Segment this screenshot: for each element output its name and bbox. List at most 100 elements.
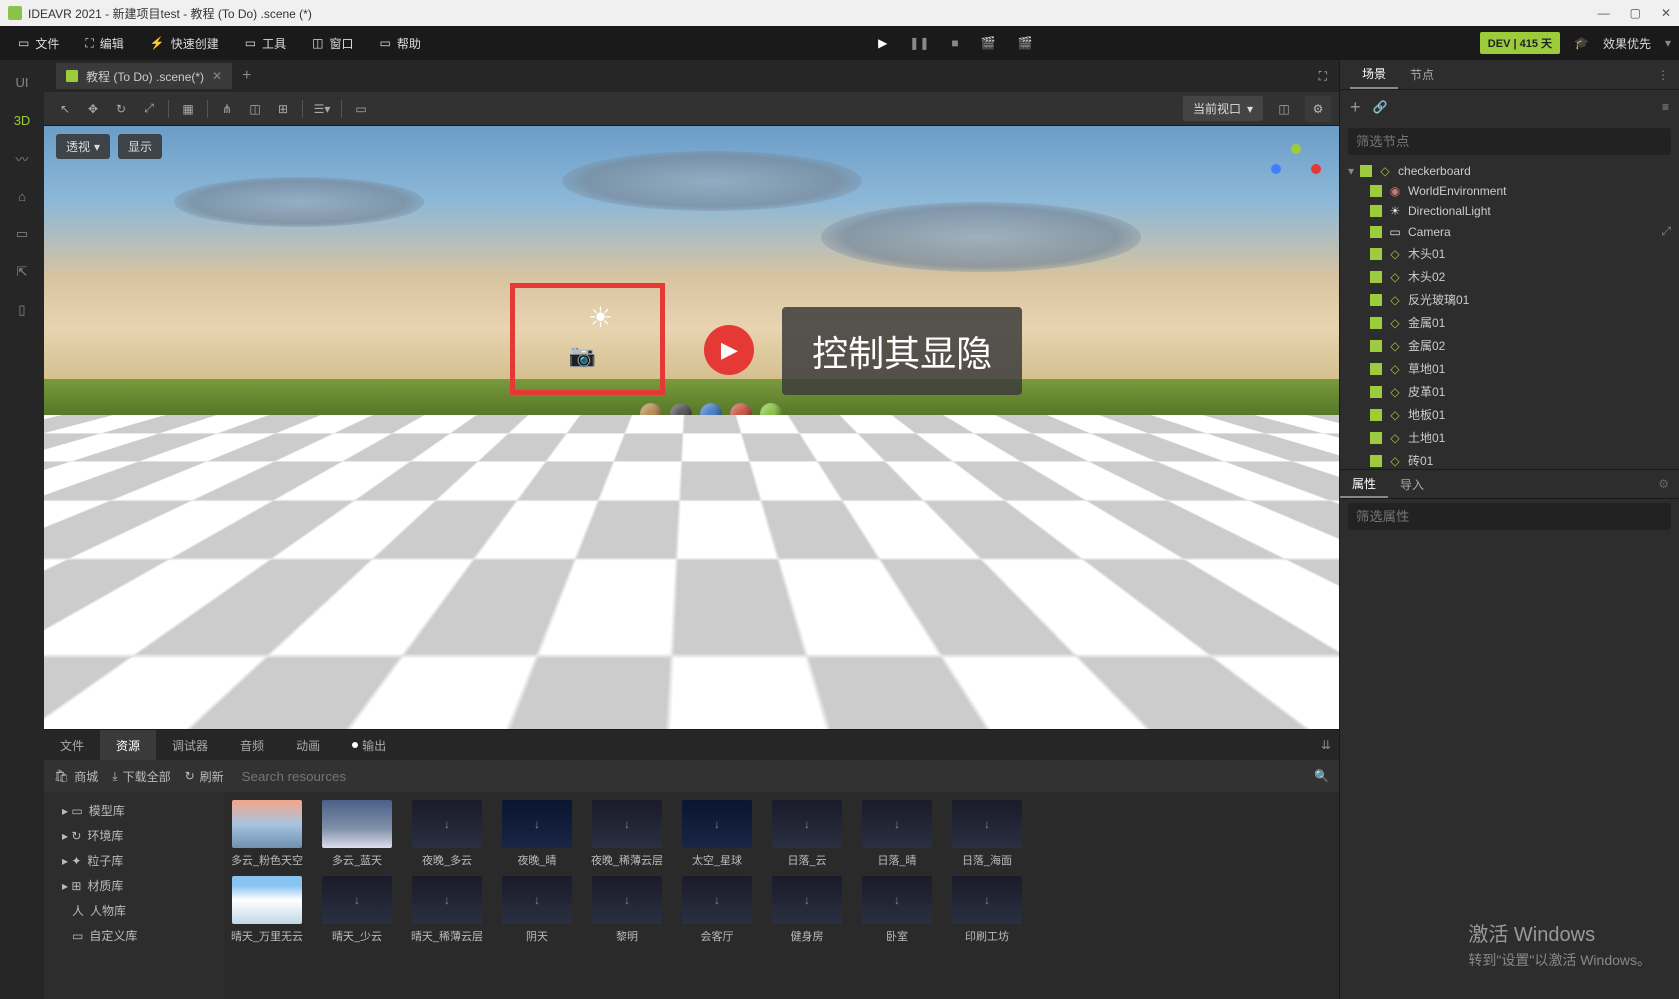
bottom-tab-output[interactable]: 输出 <box>336 730 402 760</box>
tree-material-lib[interactable]: ▸ ⊞ 材质库 <box>44 873 224 898</box>
resource-item[interactable]: 多云_粉色天空 <box>228 800 306 868</box>
scene-node[interactable]: ◇土地01 <box>1340 426 1679 449</box>
align-tool[interactable]: ☰▾ <box>309 96 335 122</box>
scene-node[interactable]: ◇草地01 <box>1340 357 1679 380</box>
panel-menu-button[interactable]: ⋮ <box>1657 68 1669 82</box>
search-icon[interactable]: 🔍 <box>1314 769 1329 783</box>
store-button[interactable]: 🛍商城 <box>54 768 98 785</box>
maximize-button[interactable]: ▢ <box>1630 6 1641 20</box>
menu-window[interactable]: ◫窗口 <box>302 26 363 60</box>
close-tab-button[interactable]: ✕ <box>212 69 222 83</box>
menu-file[interactable]: ▭文件 <box>8 26 69 60</box>
movie-button[interactable]: 🎬 <box>981 36 996 50</box>
resource-item[interactable]: ↓晴天_稀薄云层 <box>408 876 486 944</box>
scale-tool[interactable]: ⤢ <box>136 96 162 122</box>
link-node-button[interactable]: 🔗 <box>1373 100 1388 114</box>
viewport[interactable]: 透视▾ 显示 ☀ 📷 ▶ 控制其显隐 <box>44 126 1339 729</box>
visibility-toggle[interactable] <box>1370 185 1382 197</box>
local-tool[interactable]: ◫ <box>242 96 268 122</box>
scene-tab[interactable]: 教程 (To Do) .scene(*) ✕ <box>56 63 232 89</box>
scene-node[interactable]: ◇木头02 <box>1340 265 1679 288</box>
visibility-toggle[interactable] <box>1370 271 1382 283</box>
scene-node[interactable]: ◉WorldEnvironment <box>1340 181 1679 201</box>
visibility-toggle[interactable] <box>1370 455 1382 467</box>
refresh-button[interactable]: ↻刷新 <box>185 768 224 785</box>
resource-item[interactable]: ↓日落_海面 <box>948 800 1026 868</box>
select-tool[interactable]: ↖ <box>52 96 78 122</box>
tree-particle-lib[interactable]: ▸ ✦ 粒子库 <box>44 848 224 873</box>
viewport-layout-button[interactable]: ◫ <box>1271 96 1297 122</box>
resource-item[interactable]: ↓阴天 <box>498 876 576 944</box>
perspective-dropdown[interactable]: 透视▾ <box>56 134 110 159</box>
prop-settings-button[interactable]: ⚙ <box>1658 477 1669 491</box>
scene-node[interactable]: ◇反光玻璃01 <box>1340 288 1679 311</box>
bottom-tab-animation[interactable]: 动画 <box>280 730 336 760</box>
display-dropdown[interactable]: 显示 <box>118 134 162 159</box>
snap-tool[interactable]: ▦ <box>175 96 201 122</box>
visibility-toggle[interactable] <box>1370 409 1382 421</box>
resource-item[interactable]: ↓夜晚_稀薄云层 <box>588 800 666 868</box>
add-node-button[interactable]: + <box>1350 97 1361 118</box>
panel-options-button[interactable]: ≡ <box>1662 100 1669 114</box>
visibility-toggle[interactable] <box>1370 226 1382 238</box>
visibility-toggle[interactable] <box>1370 386 1382 398</box>
close-window-button[interactable]: ✕ <box>1661 6 1671 20</box>
visibility-toggle[interactable] <box>1370 340 1382 352</box>
move-tool[interactable]: ✥ <box>80 96 106 122</box>
menu-quick-create[interactable]: ⚡快速创建 <box>140 26 229 60</box>
filter-properties-input[interactable] <box>1348 503 1671 530</box>
effect-priority-menu[interactable]: 效果优先 <box>1603 35 1651 52</box>
tree-env-lib[interactable]: ▸ ↻ 环境库 <box>44 823 224 848</box>
bottom-tab-resource[interactable]: 资源 <box>100 730 156 760</box>
resource-item[interactable]: ↓晴天_少云 <box>318 876 396 944</box>
rotate-tool[interactable]: ↻ <box>108 96 134 122</box>
resource-item[interactable]: 多云_蓝天 <box>318 800 396 868</box>
bottom-tab-audio[interactable]: 音频 <box>224 730 280 760</box>
pause-button[interactable]: ❚❚ <box>909 36 929 50</box>
scene-node[interactable]: ◇砖01 <box>1340 449 1679 469</box>
prop-tab-properties[interactable]: 属性 <box>1340 470 1388 498</box>
axis-y-icon[interactable] <box>1291 144 1301 154</box>
viewport-selector[interactable]: 当前视口 ▾ <box>1183 96 1263 121</box>
visibility-toggle[interactable] <box>1370 294 1382 306</box>
resource-item[interactable]: ↓黎明 <box>588 876 666 944</box>
resource-search-input[interactable] <box>238 765 1300 788</box>
pivot-tool[interactable]: ⋔ <box>214 96 240 122</box>
rail-store-icon[interactable]: ⌂ <box>8 186 36 206</box>
resource-item[interactable]: ↓日落_云 <box>768 800 846 868</box>
stop-button[interactable]: ■ <box>951 36 958 50</box>
visibility-toggle[interactable] <box>1360 165 1372 177</box>
resource-item[interactable]: ↓卧室 <box>858 876 936 944</box>
axis-z-icon[interactable] <box>1271 164 1281 174</box>
collapse-panel-button[interactable]: ⇊ <box>1321 738 1331 752</box>
visibility-toggle[interactable] <box>1370 248 1382 260</box>
play-button[interactable]: ▶ <box>878 36 887 50</box>
rail-3d[interactable]: 3D <box>8 110 36 130</box>
scene-node[interactable]: ◇金属01 <box>1340 311 1679 334</box>
minimize-button[interactable]: — <box>1598 6 1610 20</box>
scene-node[interactable]: ◇皮革01 <box>1340 380 1679 403</box>
graduation-icon[interactable]: 🎓 <box>1574 36 1589 50</box>
resource-item[interactable]: ↓会客厅 <box>678 876 756 944</box>
axis-x-icon[interactable] <box>1311 164 1321 174</box>
scene-node[interactable]: ◇金属02 <box>1340 334 1679 357</box>
menu-edit[interactable]: ⛶编辑 <box>75 26 133 60</box>
resource-item[interactable]: ↓夜晚_多云 <box>408 800 486 868</box>
bottom-tab-file[interactable]: 文件 <box>44 730 100 760</box>
visibility-toggle[interactable] <box>1370 363 1382 375</box>
scene-node[interactable]: ◇木头01 <box>1340 242 1679 265</box>
resource-item[interactable]: 晴天_万里无云 <box>228 876 306 944</box>
right-tab-scene[interactable]: 场景 <box>1350 60 1398 89</box>
scene-node[interactable]: ◇地板01 <box>1340 403 1679 426</box>
resource-item[interactable]: ↓夜晚_晴 <box>498 800 576 868</box>
visibility-toggle[interactable] <box>1370 432 1382 444</box>
download-all-button[interactable]: ⤓下载全部 <box>112 768 170 785</box>
prop-tab-import[interactable]: 导入 <box>1388 470 1436 498</box>
resource-item[interactable]: ↓健身房 <box>768 876 846 944</box>
camera-preview-icon[interactable]: ⤢ <box>1661 224 1671 239</box>
menu-help[interactable]: ▭帮助 <box>369 26 430 60</box>
resource-item[interactable]: ↓印刷工坊 <box>948 876 1026 944</box>
scene-node[interactable]: ▭Camera⤢ <box>1340 221 1679 242</box>
resource-item[interactable]: ↓太空_星球 <box>678 800 756 868</box>
tree-custom-lib[interactable]: ▭ 自定义库 <box>44 923 224 948</box>
